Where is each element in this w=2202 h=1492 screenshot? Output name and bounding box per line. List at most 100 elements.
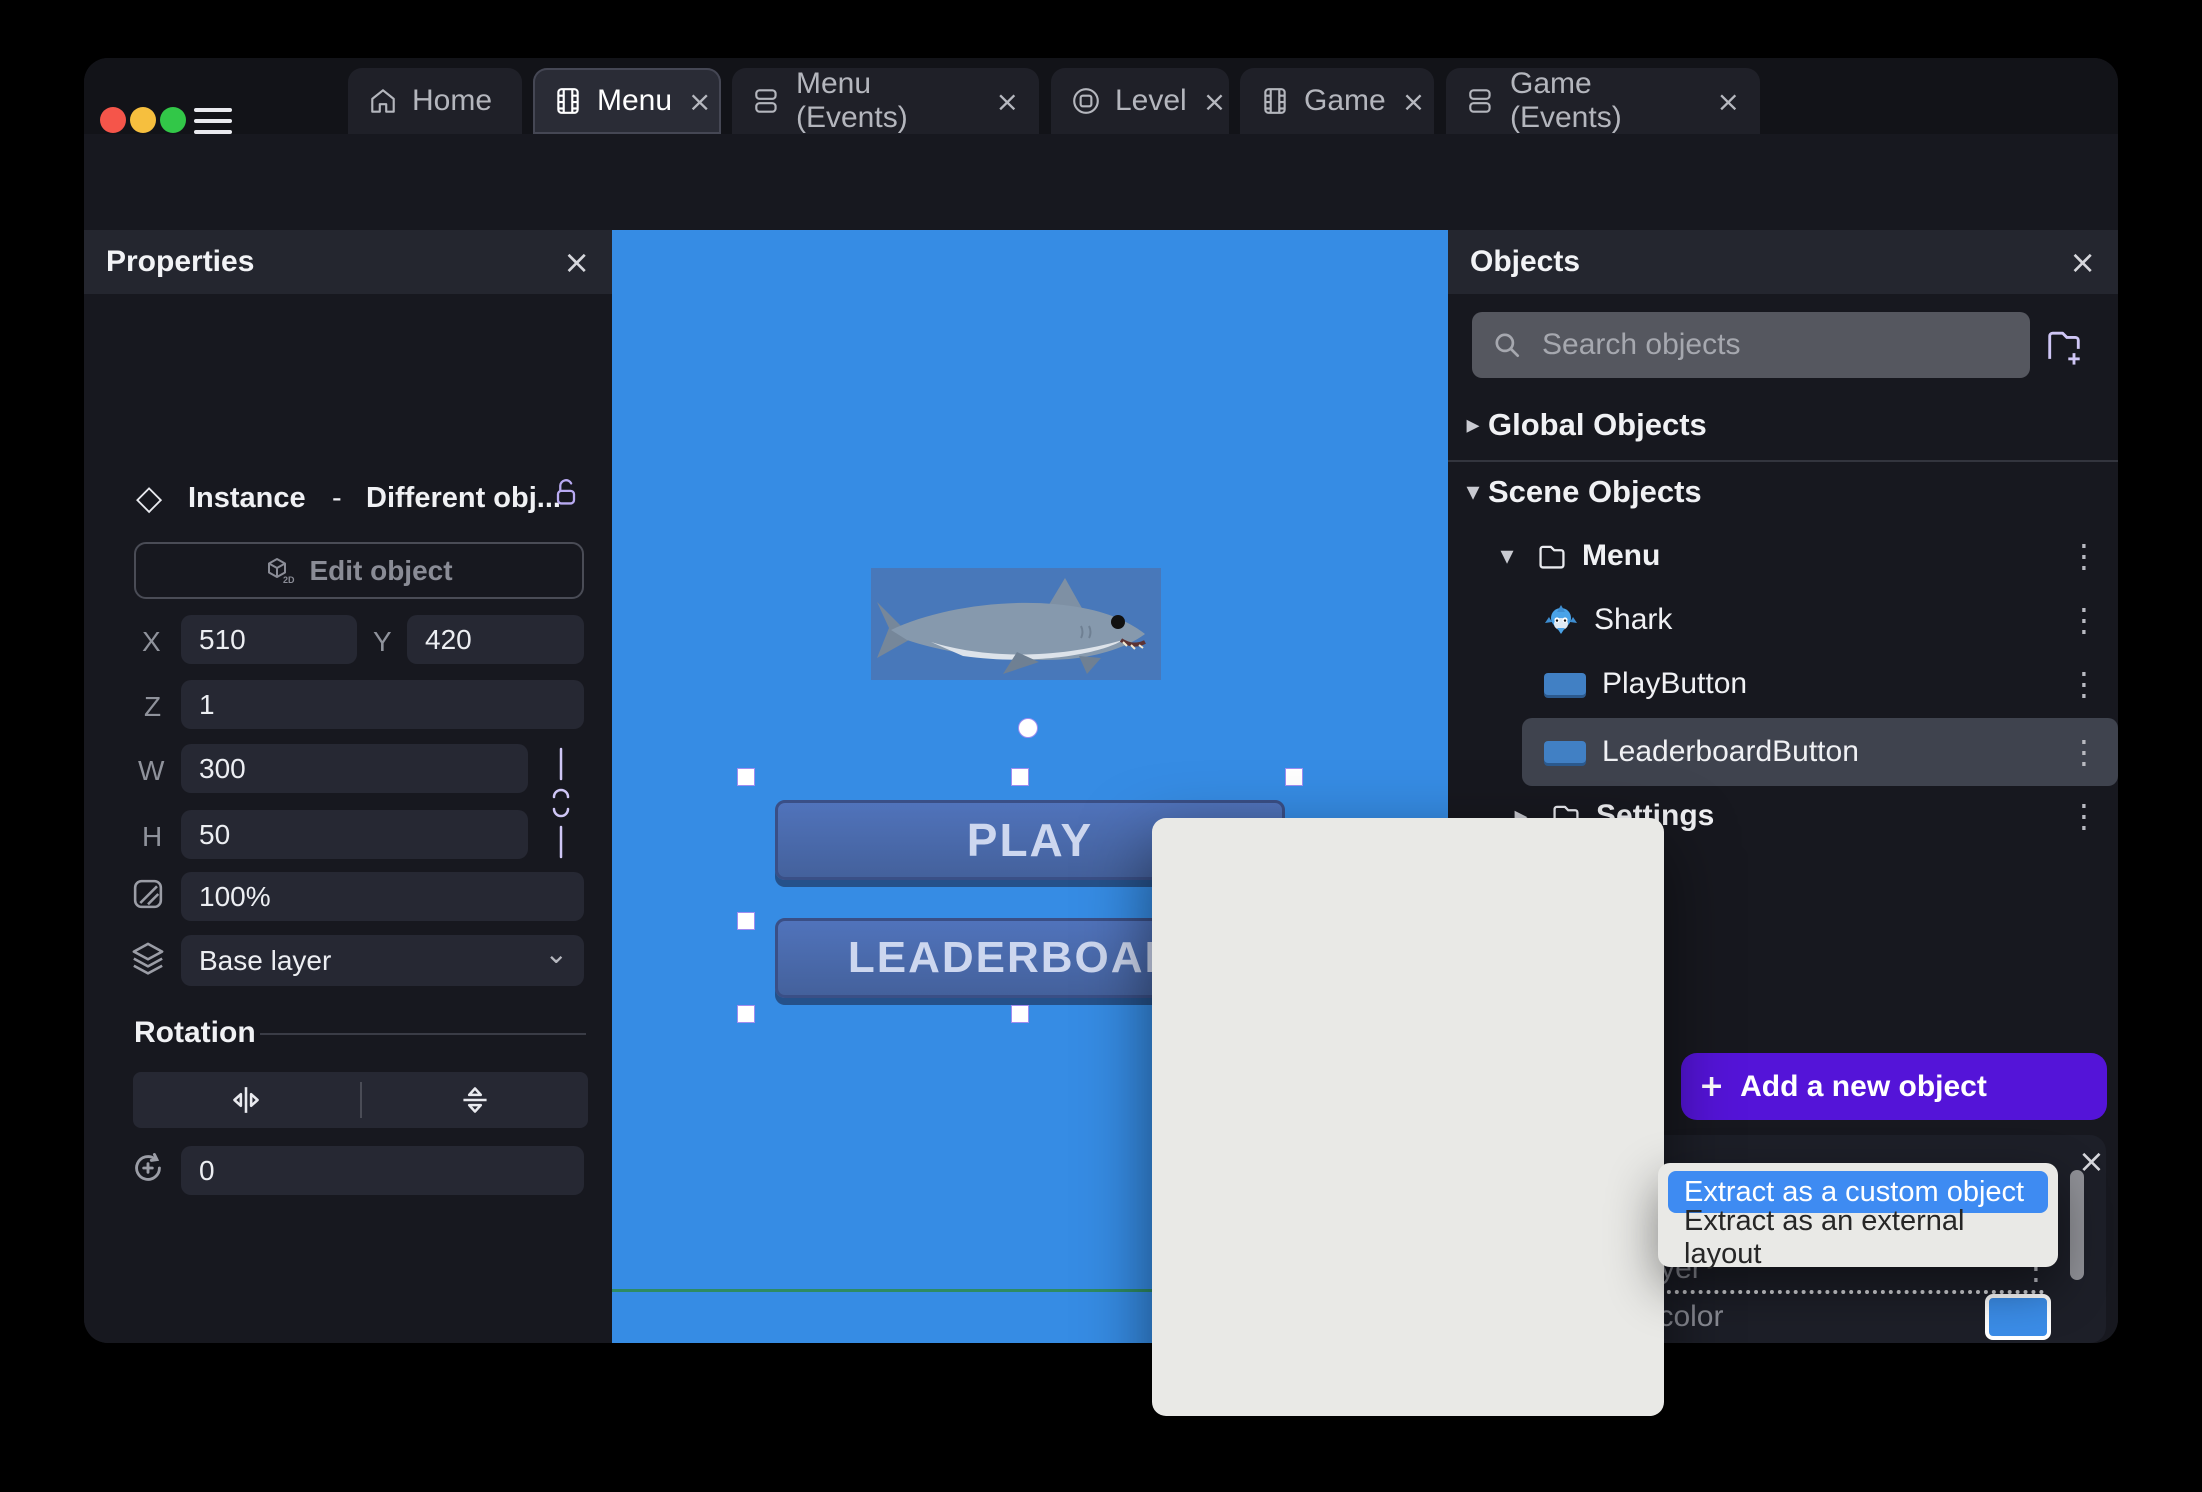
- tab-label: Game (Events): [1510, 67, 1622, 134]
- rotation-input[interactable]: 0: [181, 1146, 584, 1195]
- close-tab-icon[interactable]: ×: [1402, 85, 1425, 118]
- instance-object-name: Different obj...: [366, 482, 561, 514]
- opacity-icon: [130, 876, 166, 912]
- link-width-height-icon[interactable]: [546, 747, 576, 859]
- object-row-leaderboardbutton[interactable]: LeaderboardButton ⋮: [1448, 722, 2118, 782]
- tab-game-events[interactable]: Game (Events) ×: [1446, 67, 1760, 134]
- scrollbar-thumb[interactable]: [2070, 1170, 2084, 1280]
- width-label: W: [138, 755, 165, 786]
- properties-panel-header: Properties ×: [84, 230, 612, 294]
- tab-game[interactable]: Game ×: [1240, 68, 1434, 134]
- opacity-input[interactable]: 100%: [181, 872, 584, 921]
- caret-down-icon: ▾: [1500, 541, 1514, 571]
- svg-text:2D: 2D: [283, 575, 295, 585]
- events-icon: [752, 86, 782, 116]
- close-tab-icon[interactable]: ×: [1203, 85, 1226, 118]
- tab-level[interactable]: Level ×: [1051, 68, 1229, 134]
- rotation-handle[interactable]: [1018, 718, 1038, 738]
- shark-thumbnail-icon: [1544, 603, 1578, 637]
- search-objects-input[interactable]: [1540, 327, 1964, 363]
- row-menu-icon[interactable]: ⋮: [2068, 668, 2100, 700]
- height-label: H: [142, 821, 163, 852]
- x-label: X: [142, 626, 161, 657]
- flip-vertical-button[interactable]: [362, 1082, 589, 1118]
- object-row-shark[interactable]: Shark ⋮: [1448, 590, 2118, 650]
- rotate-icon: [128, 1148, 168, 1188]
- search-icon: [1492, 330, 1522, 360]
- external-layout-icon: [1071, 86, 1101, 116]
- width-input[interactable]: 300: [181, 744, 528, 793]
- selection-handle-bottom-center[interactable]: [1011, 1005, 1029, 1023]
- main-menu-icon[interactable]: [194, 108, 232, 134]
- row-menu-icon[interactable]: ⋮: [2068, 736, 2100, 768]
- scene-objects-section[interactable]: ▾ Scene Objects: [1448, 462, 2118, 522]
- objects-title: Objects: [1470, 245, 1581, 278]
- button-thumbnail-icon: [1544, 741, 1586, 763]
- y-label: Y: [373, 626, 392, 657]
- flip-horizontal-icon: [233, 1087, 260, 1113]
- close-icon[interactable]: ×: [2069, 243, 2096, 281]
- add-new-object-button[interactable]: + Add a new object: [1681, 1053, 2107, 1120]
- properties-panel: Properties × ◇ Instance - Different obj.…: [84, 230, 612, 1343]
- global-objects-section[interactable]: ▸ Global Objects: [1448, 395, 2118, 455]
- edit-object-label: Edit object: [309, 554, 453, 586]
- button-thumbnail-icon: [1544, 673, 1586, 695]
- search-objects-box[interactable]: [1472, 312, 2030, 378]
- row-menu-icon[interactable]: ⋮: [2068, 800, 2100, 832]
- layer-select[interactable]: Base layer ⌄: [181, 935, 584, 986]
- add-folder-icon[interactable]: [2044, 326, 2084, 366]
- shark-instance[interactable]: [871, 568, 1161, 680]
- title-bar: Home Menu × Menu (Events) × Level × Game…: [84, 58, 2118, 134]
- tab-home[interactable]: Home: [348, 68, 522, 134]
- row-menu-icon[interactable]: ⋮: [2068, 540, 2100, 572]
- selection-handle-top-left[interactable]: [737, 768, 755, 786]
- cube-2d-icon: 2D: [265, 556, 295, 586]
- instance-type-label: Instance: [188, 482, 306, 514]
- context-menu: Copy⌘ C Cut⌘ X Paste⌘ V Duplicate⌘ D Del…: [1152, 818, 1664, 1416]
- height-input[interactable]: 50: [181, 810, 528, 859]
- object-row-playbutton[interactable]: PlayButton ⋮: [1448, 654, 2118, 714]
- lock-open-icon[interactable]: [550, 476, 582, 508]
- scene-icon: [553, 86, 583, 116]
- shark-sprite: [877, 578, 1146, 674]
- layers-icon: [130, 940, 166, 976]
- close-tab-icon[interactable]: ×: [1717, 85, 1740, 118]
- tab-menu[interactable]: Menu ×: [533, 68, 721, 134]
- screenshot-root: Home Menu × Menu (Events) × Level × Game…: [0, 0, 2202, 1492]
- submenu-item-extract-external-layout[interactable]: Extract as an external layout: [1668, 1205, 2048, 1270]
- selection-handle-middle-left[interactable]: [737, 912, 755, 930]
- plus-icon: +: [1699, 1069, 1725, 1104]
- z-order-input[interactable]: 1: [181, 680, 584, 729]
- folder-icon: [1536, 540, 1568, 572]
- x-input[interactable]: 510: [181, 615, 357, 664]
- chevron-down-icon: ⌄: [544, 937, 568, 970]
- minimize-window-button[interactable]: [130, 107, 156, 133]
- caret-down-icon: ▾: [1466, 477, 1480, 507]
- selection-handle-top-center[interactable]: [1011, 768, 1029, 786]
- selection-handle-top-right[interactable]: [1285, 768, 1303, 786]
- y-input[interactable]: 420: [407, 615, 584, 664]
- background-color-swatch[interactable]: [1985, 1294, 2051, 1340]
- zoom-window-button[interactable]: [160, 107, 186, 133]
- selection-handle-bottom-left[interactable]: [737, 1005, 755, 1023]
- events-icon: [1466, 86, 1496, 116]
- flip-horizontal-button[interactable]: [133, 1082, 360, 1118]
- caret-right-icon: ▸: [1466, 410, 1480, 440]
- close-window-button[interactable]: [100, 107, 126, 133]
- close-icon[interactable]: ×: [563, 243, 590, 281]
- diamond-icon: ◇: [136, 478, 163, 518]
- close-tab-icon[interactable]: ×: [688, 85, 711, 118]
- row-menu-icon[interactable]: ⋮: [2068, 604, 2100, 636]
- scene-icon: [1260, 86, 1290, 116]
- tab-label: Menu: [597, 84, 673, 117]
- tab-label: Home: [412, 84, 493, 117]
- section-divider: [260, 1033, 586, 1035]
- objects-panel-header: Objects ×: [1448, 230, 2118, 294]
- properties-title: Properties: [106, 245, 255, 278]
- edit-object-button[interactable]: 2D Edit object: [134, 542, 584, 599]
- tab-menu-events[interactable]: Menu (Events) ×: [732, 67, 1039, 134]
- close-tab-icon[interactable]: ×: [996, 85, 1019, 118]
- folder-row-menu[interactable]: ▾ Menu ⋮: [1448, 526, 2118, 586]
- z-label: Z: [144, 691, 162, 722]
- instance-separator: -: [332, 482, 342, 514]
